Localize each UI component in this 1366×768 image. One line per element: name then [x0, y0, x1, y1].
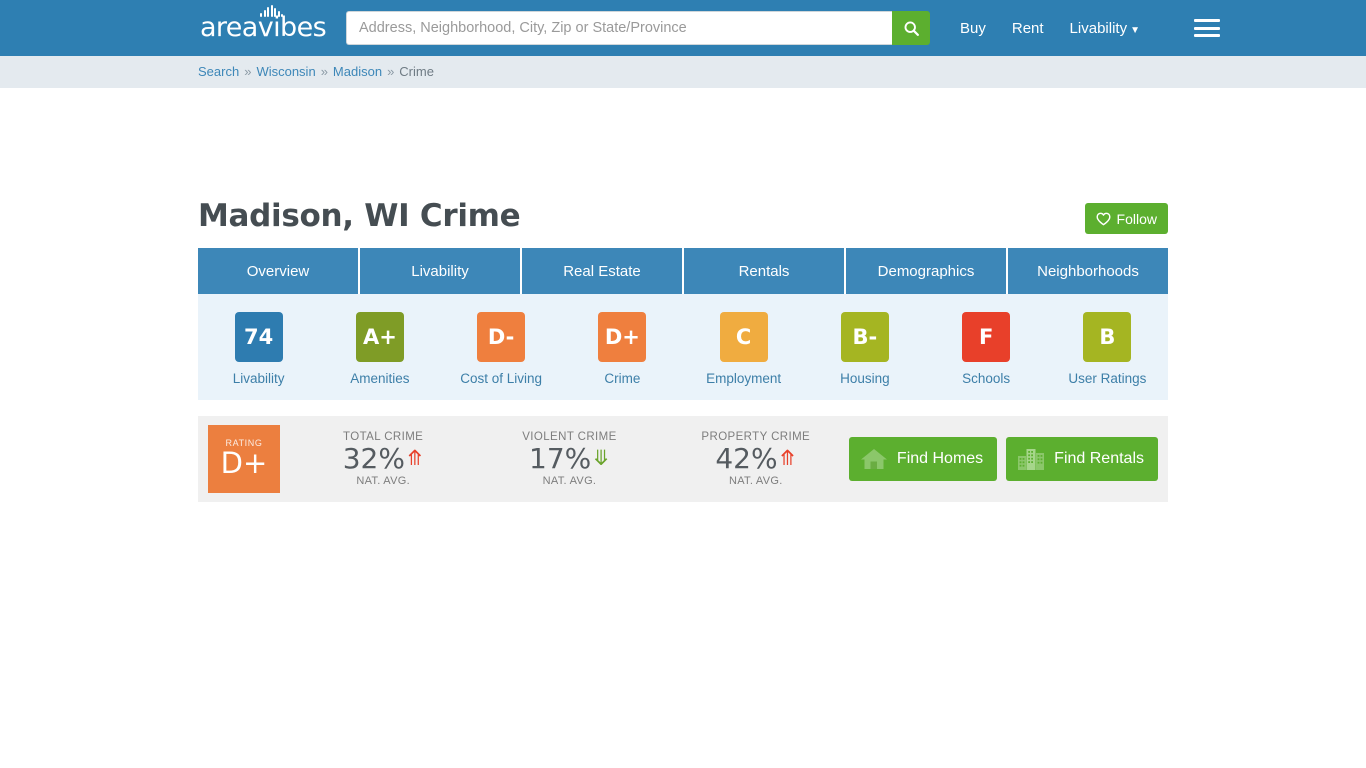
- score-item-employment[interactable]: C Employment: [683, 312, 804, 386]
- rating-caption: RATING: [225, 438, 263, 448]
- tab-real-estate[interactable]: Real Estate: [522, 248, 682, 294]
- nav-links: Buy Rent Livability ▼: [960, 17, 1220, 39]
- heart-icon: [1096, 212, 1111, 225]
- score-item-cost-of-living[interactable]: D- Cost of Living: [441, 312, 562, 386]
- score-label: Cost of Living: [460, 371, 543, 386]
- nav-item-buy[interactable]: Buy: [960, 20, 986, 37]
- site-logo[interactable]: areavibes: [198, 5, 328, 48]
- main-content: Madison, WI Crime Follow Overview Livabi…: [198, 88, 1168, 502]
- follow-button-label: Follow: [1116, 210, 1157, 227]
- stat-subcaption: NAT. AVG.: [542, 474, 597, 487]
- crime-rating-badge: RATING D+: [208, 425, 280, 493]
- find-rentals-label: Find Rentals: [1054, 450, 1144, 467]
- score-badge: D+: [598, 312, 647, 362]
- tab-livability[interactable]: Livability: [360, 248, 520, 294]
- score-item-crime[interactable]: D+ Crime: [562, 312, 683, 386]
- score-label: Housing: [840, 371, 890, 386]
- score-badges-panel: 74 Livability A+ Amenities D- Cost of Li…: [198, 294, 1168, 400]
- stat-value-row: 17% ⤋: [529, 442, 610, 476]
- tab-rentals[interactable]: Rentals: [684, 248, 844, 294]
- score-badge: B-: [840, 312, 889, 362]
- tab-neighborhoods[interactable]: Neighborhoods: [1008, 248, 1168, 294]
- stat-total-crime: TOTAL CRIME 32% ⤊ NAT. AVG.: [290, 431, 476, 486]
- breadcrumb-separator: »: [244, 64, 252, 79]
- chevron-down-icon: ▼: [1130, 24, 1140, 36]
- score-label: Employment: [706, 371, 782, 386]
- breadcrumb-item-wisconsin[interactable]: Wisconsin: [256, 56, 315, 88]
- search-icon: [904, 21, 919, 36]
- page-header: Madison, WI Crime Follow: [198, 198, 1168, 248]
- find-rentals-button[interactable]: Find Rentals: [1006, 437, 1158, 481]
- stat-value-row: 32% ⤊: [342, 442, 424, 476]
- breadcrumb-item-search[interactable]: Search: [198, 56, 239, 88]
- score-badge: A+: [355, 312, 404, 362]
- breadcrumb-item-crime: Crime: [399, 64, 434, 79]
- tab-overview[interactable]: Overview: [198, 248, 358, 294]
- stat-value: 17%: [529, 442, 592, 476]
- score-label: Schools: [962, 371, 1011, 386]
- breadcrumb-separator: »: [387, 64, 395, 79]
- stat-subcaption: NAT. AVG.: [356, 474, 410, 487]
- stat-violent-crime: VIOLENT CRIME 17% ⤋ NAT. AVG.: [476, 431, 662, 486]
- breadcrumb: Search » Wisconsin » Madison » Crime: [0, 56, 1366, 88]
- crime-summary-panel: RATING D+ TOTAL CRIME 32% ⤊ NAT. AVG. VI…: [198, 416, 1168, 502]
- score-badge: F: [962, 312, 1011, 362]
- logo-text: areavibes: [199, 12, 327, 43]
- buildings-icon: [1018, 449, 1045, 470]
- vibes-wave-icon: [260, 5, 283, 17]
- score-item-schools[interactable]: F Schools: [926, 312, 1047, 386]
- score-badge: C: [719, 312, 768, 362]
- house-icon: [860, 449, 887, 469]
- score-label: Livability: [232, 371, 285, 386]
- nav-item-livability-label: Livability: [1069, 19, 1128, 37]
- section-tabs: Overview Livability Real Estate Rentals …: [198, 248, 1168, 294]
- crime-stats-group: TOTAL CRIME 32% ⤊ NAT. AVG. VIOLENT CRIM…: [290, 431, 849, 486]
- stat-value: 42%: [715, 442, 778, 476]
- action-buttons: Find Homes Find Rentals: [848, 437, 1168, 481]
- score-label: User Ratings: [1068, 371, 1147, 386]
- nav-item-rent[interactable]: Rent: [1012, 20, 1044, 37]
- score-label: Amenities: [350, 371, 410, 386]
- hamburger-menu-icon[interactable]: [1193, 17, 1220, 39]
- score-item-livability[interactable]: 74 Livability: [198, 312, 319, 386]
- tab-demographics[interactable]: Demographics: [846, 248, 1006, 294]
- score-badge: D-: [477, 312, 526, 362]
- top-navigation-bar: areavibes Buy Rent Livability▼: [0, 0, 1366, 56]
- stat-value-row: 42% ⤊: [715, 442, 797, 476]
- page-title: Madison, WI Crime: [198, 198, 521, 234]
- follow-button[interactable]: Follow: [1084, 203, 1168, 234]
- nav-item-livability[interactable]: Livability ▼: [1070, 20, 1140, 37]
- search-bar: [346, 11, 930, 45]
- find-homes-label: Find Homes: [896, 450, 984, 467]
- search-button[interactable]: [892, 11, 930, 45]
- stat-property-crime: PROPERTY CRIME 42% ⤊ NAT. AVG.: [663, 431, 849, 486]
- trend-down-icon: ⤋: [592, 446, 610, 471]
- search-input[interactable]: [346, 11, 892, 45]
- score-item-amenities[interactable]: A+ Amenities: [319, 312, 440, 386]
- breadcrumb-item-madison[interactable]: Madison: [333, 56, 382, 88]
- stat-subcaption: NAT. AVG.: [728, 474, 783, 487]
- score-item-housing[interactable]: B- Housing: [804, 312, 925, 386]
- find-homes-button[interactable]: Find Homes: [848, 437, 998, 481]
- trend-up-icon: ⤊: [405, 446, 424, 471]
- stat-value: 32%: [342, 442, 405, 476]
- breadcrumb-separator: »: [320, 64, 328, 79]
- trend-up-icon: ⤊: [778, 446, 797, 471]
- rating-grade: D+: [220, 446, 268, 480]
- score-item-user-ratings[interactable]: B User Ratings: [1047, 312, 1168, 386]
- score-badge: B: [1083, 312, 1132, 362]
- score-badge: 74: [234, 312, 283, 362]
- score-label: Crime: [604, 371, 641, 386]
